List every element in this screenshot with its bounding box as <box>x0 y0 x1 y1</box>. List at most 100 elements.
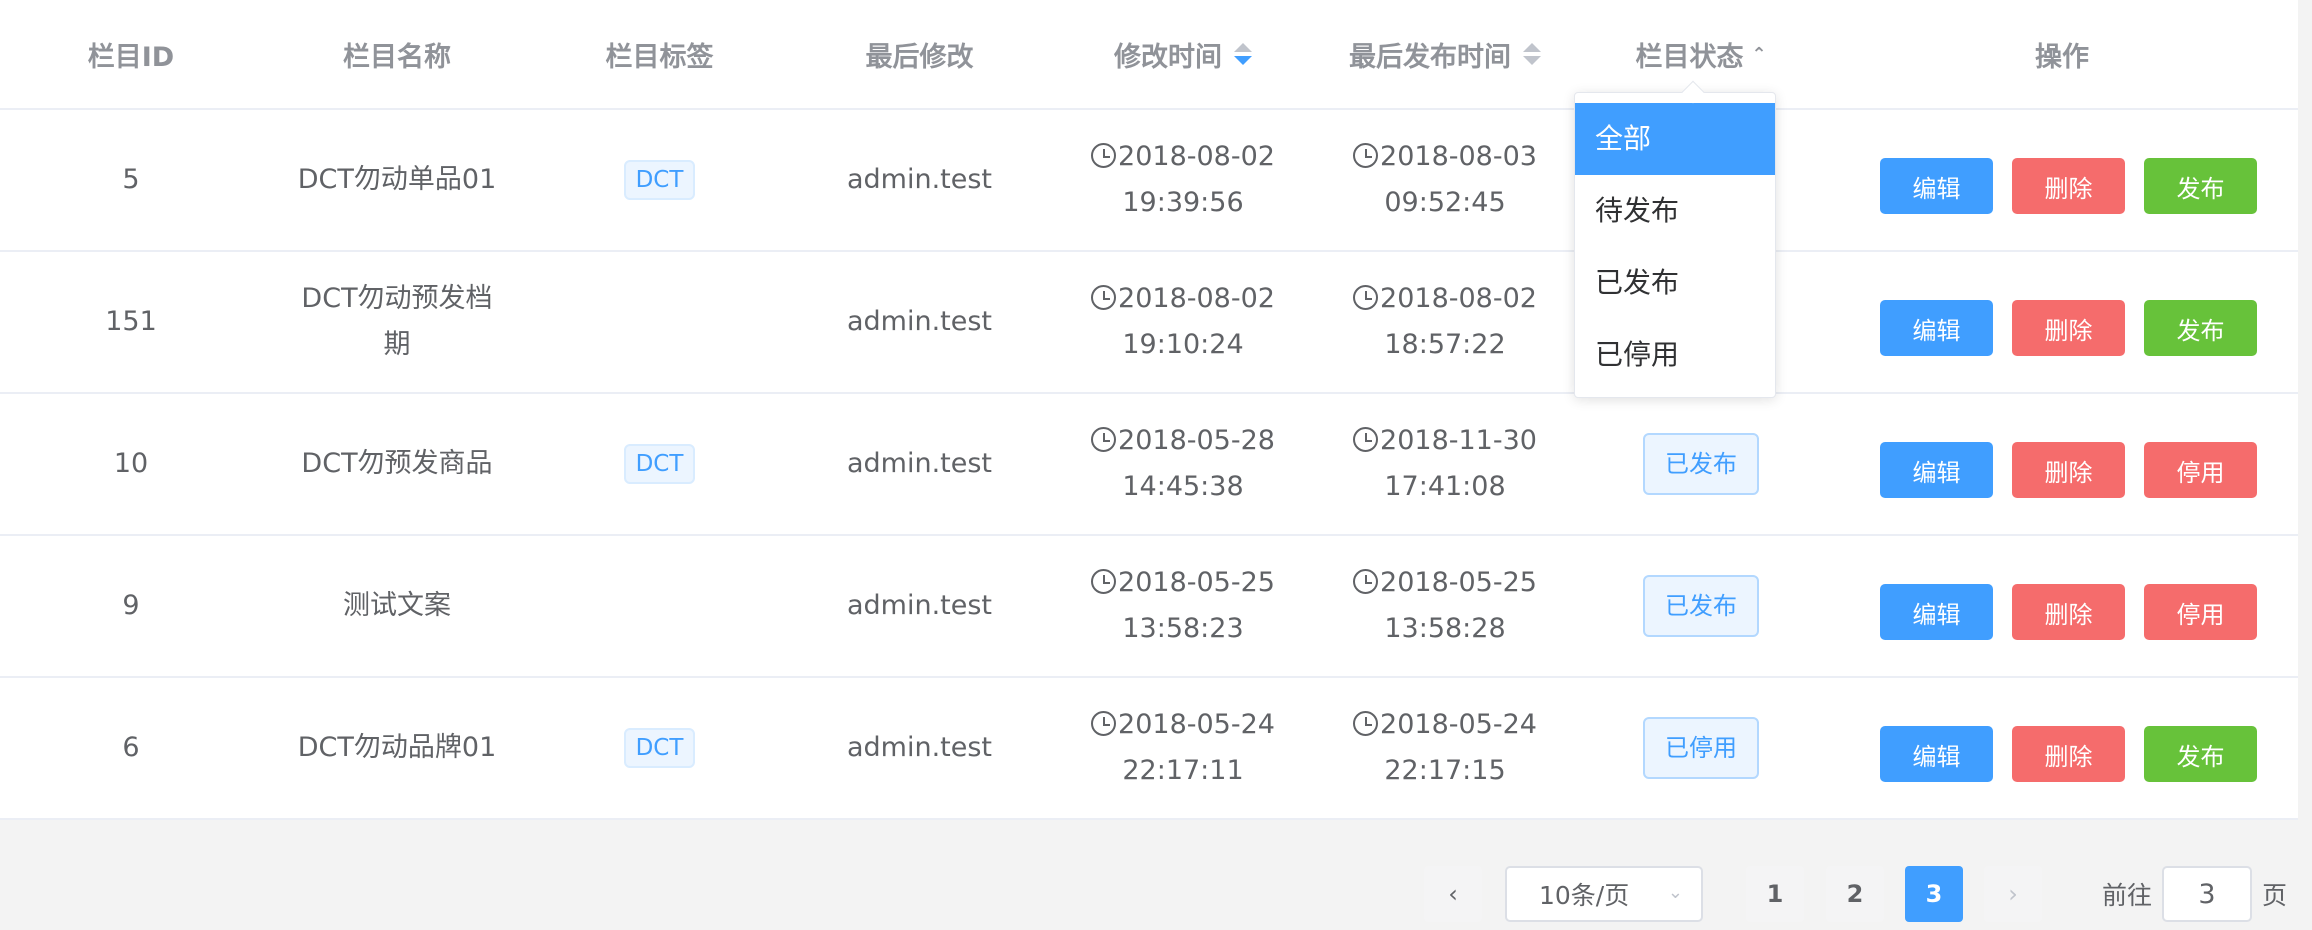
table-row: 5 DCT勿动单品01 DCT admin.test 2018-08-02 19:39:… <box>0 110 2298 252</box>
disable-button[interactable]: 停用 <box>2144 442 2257 498</box>
disable-button[interactable]: 停用 <box>2144 584 2257 640</box>
delete-button[interactable]: 删除 <box>2012 442 2125 498</box>
clock-icon <box>1353 427 1379 452</box>
cell-last-modifier: admin.test <box>846 448 993 479</box>
tag-badge: DCT <box>623 444 696 484</box>
col-header-tag: 栏目标签 <box>605 41 714 73</box>
cell-status: 已停用 <box>1576 678 1826 818</box>
table-row: 10 DCT勿预发商品 DCT admin.test 2018-05-28 14:45:… <box>0 394 2298 536</box>
cell-status: 已发布 <box>1576 536 1826 676</box>
clock-icon <box>1091 711 1117 736</box>
cell-tag <box>532 536 787 676</box>
cell-id: 6 <box>122 732 140 763</box>
cell-tag: DCT <box>532 110 787 250</box>
cell-published-time: 2018-08-03 09:52:45 <box>1314 110 1576 250</box>
cell-published-time: 2018-11-30 17:41:08 <box>1314 394 1576 534</box>
cell-actions: 编辑 删除 停用 <box>1826 394 2298 534</box>
chevron-up-icon[interactable]: ⌃ <box>1751 44 1766 65</box>
cell-actions: 编辑 删除 发布 <box>1826 252 2298 392</box>
cell-last-modifier: admin.test <box>846 306 993 337</box>
table-row: 151 DCT勿动预发档期 admin.test 2018-08-02 19:10:2… <box>0 252 2298 394</box>
goto-page-input[interactable]: 3 <box>2162 866 2252 922</box>
publish-button[interactable]: 发布 <box>2144 158 2257 214</box>
table-row: 6 DCT勿动品牌01 DCT admin.test 2018-05-24 22:17:… <box>0 678 2298 820</box>
cell-name: DCT勿动预发档期 <box>301 283 493 360</box>
cell-modified-time: 2018-08-02 19:39:56 <box>1052 110 1314 250</box>
status-badge: 已发布 <box>1643 575 1759 637</box>
cell-last-modifier: admin.test <box>846 732 993 763</box>
sort-caret-icon[interactable] <box>1234 43 1252 65</box>
cell-actions: 编辑 删除 发布 <box>1826 678 2298 818</box>
page-1-button[interactable]: 1 <box>1746 866 1804 922</box>
col-header-name: 栏目名称 <box>343 41 451 73</box>
status-badge: 已停用 <box>1643 717 1759 779</box>
sort-descending-icon[interactable] <box>1523 56 1541 65</box>
status-badge: 已发布 <box>1643 433 1759 495</box>
filter-option-pending[interactable]: 待发布 <box>1575 175 1775 247</box>
sort-ascending-icon[interactable] <box>1523 43 1541 52</box>
status-filter-dropdown[interactable]: 全部 待发布 已发布 已停用 <box>1574 80 1776 398</box>
prev-page-button[interactable]: ‹ <box>1424 866 1482 922</box>
cell-last-modifier: admin.test <box>846 164 993 195</box>
page-3-button[interactable]: 3 <box>1905 866 1963 922</box>
cell-modified-time: 2018-08-02 19:10:24 <box>1052 252 1314 392</box>
goto-suffix: 页 <box>2262 881 2288 910</box>
sort-descending-icon[interactable] <box>1234 56 1252 65</box>
cell-id: 5 <box>122 164 140 195</box>
cell-name: DCT勿动单品01 <box>297 164 497 195</box>
goto-prefix: 前往 <box>2102 881 2153 910</box>
col-header-modified-time[interactable]: 修改时间 <box>1052 0 1314 108</box>
edit-button[interactable]: 编辑 <box>1880 726 1993 782</box>
edit-button[interactable]: 编辑 <box>1880 442 1993 498</box>
col-header-id: 栏目ID <box>87 41 175 73</box>
cell-status: 已发布 <box>1576 394 1826 534</box>
cell-published-time: 2018-05-25 13:58:28 <box>1314 536 1576 676</box>
edit-button[interactable]: 编辑 <box>1880 584 1993 640</box>
cell-modified-time: 2018-05-24 22:17:11 <box>1052 678 1314 818</box>
clock-icon <box>1091 569 1117 594</box>
publish-button[interactable]: 发布 <box>2144 300 2257 356</box>
cell-id: 10 <box>113 448 149 479</box>
next-page-button[interactable]: › <box>1984 866 2042 922</box>
clock-icon <box>1091 427 1117 452</box>
clock-icon <box>1353 285 1379 310</box>
cell-tag: DCT <box>532 678 787 818</box>
page-2-button[interactable]: 2 <box>1826 866 1884 922</box>
cell-actions: 编辑 删除 发布 <box>1826 110 2298 250</box>
edit-button[interactable]: 编辑 <box>1880 300 1993 356</box>
filter-option-published[interactable]: 已发布 <box>1575 247 1775 319</box>
tag-badge: DCT <box>623 160 696 200</box>
filter-option-disabled[interactable]: 已停用 <box>1575 319 1775 391</box>
cell-modified-time: 2018-05-25 13:58:23 <box>1052 536 1314 676</box>
clock-icon <box>1353 711 1379 736</box>
cell-modified-time: 2018-05-28 14:45:38 <box>1052 394 1314 534</box>
cell-id: 151 <box>105 306 157 337</box>
sort-caret-icon[interactable] <box>1523 43 1541 65</box>
cell-name: DCT勿预发商品 <box>301 448 493 479</box>
col-header-published-time[interactable]: 最后发布时间 <box>1314 0 1576 108</box>
sort-ascending-icon[interactable] <box>1234 43 1252 52</box>
publish-button[interactable]: 发布 <box>2144 726 2257 782</box>
col-header-actions: 操作 <box>2035 41 2089 73</box>
clock-icon <box>1091 143 1117 168</box>
col-header-last-modifier: 最后修改 <box>865 41 974 73</box>
cell-published-time: 2018-08-02 18:57:22 <box>1314 252 1576 392</box>
table-header: 栏目ID 栏目名称 栏目标签 最后修改 修改时间 最后发布时间 栏目状态 ⌃ 操… <box>0 0 2298 110</box>
delete-button[interactable]: 删除 <box>2012 158 2125 214</box>
delete-button[interactable]: 删除 <box>2012 300 2125 356</box>
cell-last-modifier: admin.test <box>846 590 993 621</box>
chevron-right-icon: › <box>2008 880 2018 908</box>
page-size-select[interactable]: 10条/页 ⌄ <box>1505 866 1703 922</box>
delete-button[interactable]: 删除 <box>2012 584 2125 640</box>
filter-option-all[interactable]: 全部 <box>1575 103 1775 175</box>
edit-button[interactable]: 编辑 <box>1880 158 1993 214</box>
delete-button[interactable]: 删除 <box>2012 726 2125 782</box>
scroll-edge <box>2298 0 2312 930</box>
table-row: 9 测试文案 admin.test 2018-05-25 13:58:23 2018-0… <box>0 536 2298 678</box>
chevron-down-icon: ⌄ <box>1667 882 1683 903</box>
clock-icon <box>1091 285 1117 310</box>
cell-tag <box>532 252 787 392</box>
chevron-left-icon: ‹ <box>1448 880 1458 908</box>
clock-icon <box>1353 143 1379 168</box>
tag-badge: DCT <box>623 728 696 768</box>
